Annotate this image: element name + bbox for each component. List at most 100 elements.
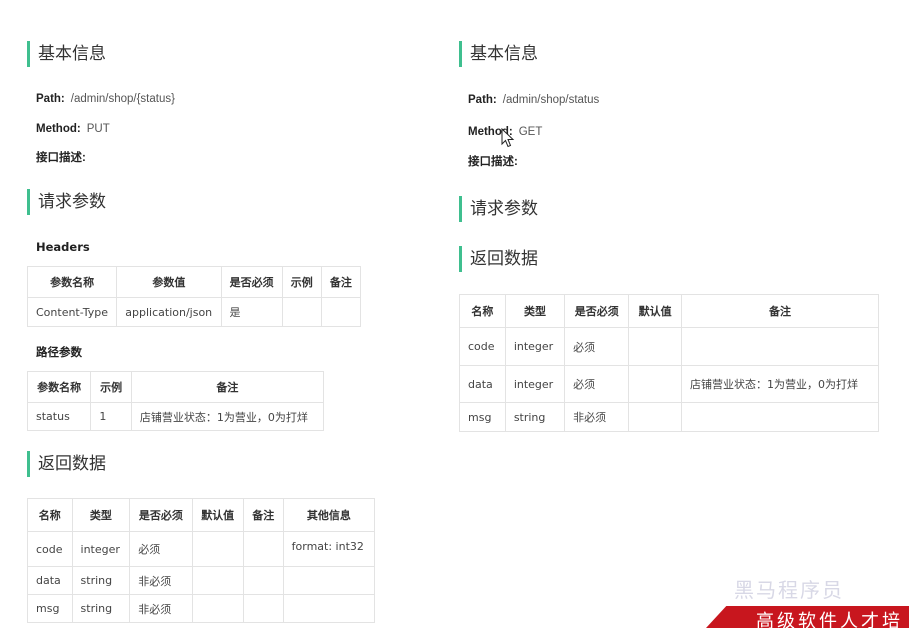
table-cell: 必须 <box>564 365 630 403</box>
path-params-table: 参数名称 示例 备注 status 1 店铺营业状态：1为营业，0为打烊 <box>26 371 325 431</box>
table-cell: 1 <box>90 402 132 431</box>
table-cell: 店铺营业状态：1为营业，0为打烊 <box>130 402 325 431</box>
table-cell: string <box>71 566 131 595</box>
method-row: Method: PUT <box>36 121 110 137</box>
table-cell <box>242 531 284 567</box>
headers-label: Headers <box>36 240 90 254</box>
column-header: 是否必须 <box>564 294 630 328</box>
table-cell: data <box>27 566 73 595</box>
path-row: Path: /admin/shop/{status} <box>36 91 175 107</box>
table-cell: data <box>459 365 506 403</box>
table-cell <box>191 594 244 623</box>
table-cell: 非必须 <box>129 566 193 595</box>
column-header: 备注 <box>681 294 879 328</box>
table-row: code integer 必须 format: int32 <box>27 531 376 567</box>
table-header-row: 名称 类型 是否必须 默认值 备注 其他信息 <box>27 498 376 532</box>
column-header: 默认值 <box>628 294 682 328</box>
watermark-upper-text: 黑马程序员 <box>734 578 844 602</box>
path-label: Path: <box>468 94 497 106</box>
column-header: 名称 <box>459 294 506 328</box>
method-label: Method: <box>36 123 81 135</box>
table-cell <box>681 402 879 432</box>
response-table: 名称 类型 是否必须 默认值 备注 其他信息 code integer 必须 f… <box>27 498 376 623</box>
response-table: 名称 类型 是否必须 默认值 备注 code integer 必须 data i… <box>459 294 879 432</box>
table-cell: msg <box>459 402 506 432</box>
table-cell: format: int32 <box>282 531 376 567</box>
table-cell <box>191 531 244 567</box>
table-cell <box>281 297 322 327</box>
table-row: status 1 店铺营业状态：1为营业，0为打烊 <box>26 402 325 431</box>
table-header-row: 参数名称 示例 备注 <box>26 371 325 403</box>
path-params-label: 路径参数 <box>36 345 82 359</box>
table-cell: code <box>459 327 506 366</box>
table-row: msg string 非必须 <box>27 594 376 623</box>
description-row: 接口描述: <box>468 154 524 170</box>
table-cell: 必须 <box>564 327 630 366</box>
request-params-title: 请求参数 <box>27 189 106 215</box>
column-header: 是否必须 <box>220 266 283 298</box>
column-header: 参数名称 <box>26 371 92 403</box>
table-row: code integer 必须 <box>459 327 879 366</box>
table-cell <box>628 402 682 432</box>
method-value: PUT <box>86 123 110 135</box>
column-header: 示例 <box>90 371 132 403</box>
watermark-lower-text: 高级软件人才培 <box>756 611 903 632</box>
basic-info-title: 基本信息 <box>27 41 106 67</box>
column-header: 备注 <box>130 371 325 403</box>
description-label: 接口描述: <box>468 156 518 168</box>
path-label: Path: <box>36 93 65 105</box>
column-header: 默认值 <box>191 498 244 532</box>
table-cell: integer <box>71 531 131 567</box>
table-row: data string 非必须 <box>27 566 376 595</box>
headers-table: 参数名称 参数值 是否必须 示例 备注 Content-Type applica… <box>26 266 362 327</box>
table-cell <box>628 365 682 403</box>
table-cell: Content-Type <box>26 297 118 327</box>
path-value: /admin/shop/{status} <box>70 93 175 105</box>
table-cell: string <box>504 402 566 432</box>
description-label: 接口描述: <box>36 152 86 164</box>
basic-info-title: 基本信息 <box>459 41 538 67</box>
column-header: 备注 <box>242 498 284 532</box>
column-header: 类型 <box>504 294 566 328</box>
column-header: 示例 <box>281 266 322 298</box>
table-cell: status <box>26 402 92 431</box>
table-cell <box>242 594 284 623</box>
table-cell: 店铺营业状态：1为营业，0为打烊 <box>681 365 879 403</box>
table-cell: 非必须 <box>129 594 193 623</box>
description-row: 接口描述: <box>36 150 92 166</box>
table-cell <box>282 566 376 595</box>
table-cell: 是 <box>220 297 283 327</box>
column-header: 参数名称 <box>26 266 118 298</box>
table-cell: integer <box>504 365 566 403</box>
table-cell: 必须 <box>129 531 193 567</box>
column-header: 参数值 <box>116 266 222 298</box>
table-cell: msg <box>27 594 73 623</box>
column-header: 备注 <box>320 266 362 298</box>
column-header: 是否必须 <box>129 498 193 532</box>
path-row: Path: /admin/shop/status <box>468 92 599 108</box>
table-cell <box>320 297 362 327</box>
table-cell <box>242 566 284 595</box>
table-cell: code <box>27 531 73 567</box>
table-cell <box>282 594 376 623</box>
response-title: 返回数据 <box>27 451 106 477</box>
column-header: 名称 <box>27 498 73 532</box>
table-row: msg string 非必须 <box>459 402 879 432</box>
table-cell: integer <box>504 327 566 366</box>
table-cell: application/json <box>116 297 222 327</box>
response-title: 返回数据 <box>459 246 538 272</box>
table-cell: 非必须 <box>564 402 630 432</box>
table-cell <box>681 327 879 366</box>
table-cell <box>628 327 682 366</box>
table-header-row: 参数名称 参数值 是否必须 示例 备注 <box>26 266 362 298</box>
table-cell: string <box>71 594 131 623</box>
table-cell <box>191 566 244 595</box>
brand-watermark: 黑马程序员 高级软件人才培 <box>706 568 909 632</box>
request-params-title: 请求参数 <box>459 196 538 222</box>
table-row: Content-Type application/json 是 <box>26 297 362 327</box>
column-header: 类型 <box>71 498 131 532</box>
column-header: 其他信息 <box>282 498 376 532</box>
mouse-cursor-icon <box>501 128 515 148</box>
method-value: GET <box>518 126 543 138</box>
table-header-row: 名称 类型 是否必须 默认值 备注 <box>459 294 879 328</box>
